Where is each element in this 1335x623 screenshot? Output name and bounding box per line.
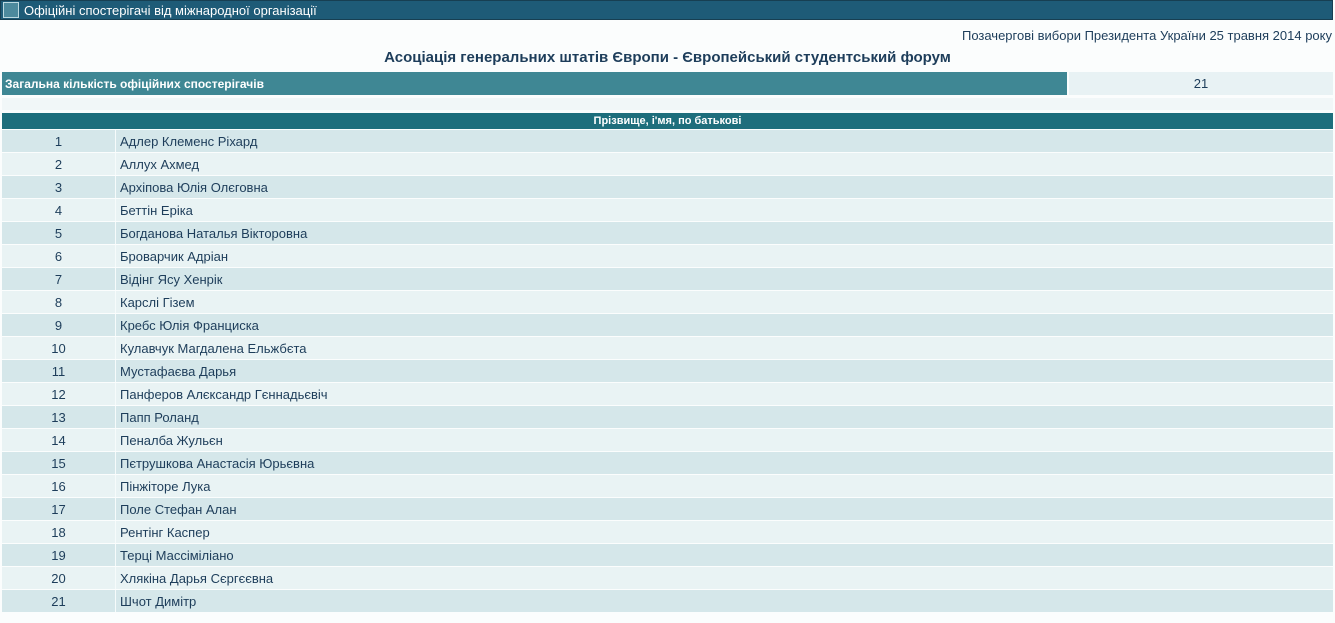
observer-name: Архіпова Юлія Олєговна — [120, 179, 268, 195]
row-number: 5 — [2, 222, 116, 244]
row-number: 16 — [2, 475, 116, 497]
title-marker-icon — [3, 2, 19, 18]
row-number: 21 — [2, 590, 116, 612]
table-row: 20 Хлякіна Дарья Сєргєєвна — [2, 567, 1333, 589]
observer-name: Поле Стефан Алан — [120, 501, 237, 517]
table-row: 5 Богданова Наталья Вікторовна — [2, 222, 1333, 244]
observer-name: Мустафаєва Дарья — [120, 363, 237, 379]
title-bar: Офіційні спостерігачі від міжнародної ор… — [0, 0, 1333, 20]
row-number: 18 — [2, 521, 116, 543]
row-number: 20 — [2, 567, 116, 589]
row-number: 13 — [2, 406, 116, 428]
observer-name: Хлякіна Дарья Сєргєєвна — [120, 570, 274, 586]
table-row: 19 Терці Массіміліано — [2, 544, 1333, 566]
row-number: 3 — [2, 176, 116, 198]
observers-table: Прізвище, і'мя, по батькові 1 Адлер Клеме… — [2, 113, 1333, 612]
table-row: 9 Кребс Юлія Франциска — [2, 314, 1333, 336]
table-row: 6 Броварчик Адріан — [2, 245, 1333, 267]
row-number: 10 — [2, 337, 116, 359]
table-row: 13 Папп Роланд — [2, 406, 1333, 428]
observer-name: Аллух Ахмед — [120, 156, 200, 172]
row-number: 9 — [2, 314, 116, 336]
row-number: 6 — [2, 245, 116, 267]
row-number: 1 — [2, 130, 116, 152]
page: Офіційні спостерігачі від міжнародної ор… — [0, 0, 1335, 623]
observer-name: Кулавчук Магдалена Ельжбєта — [120, 340, 307, 356]
table-row: 3 Архіпова Юлія Олєговна — [2, 176, 1333, 198]
observer-name: Броварчик Адріан — [120, 248, 229, 264]
row-number: 11 — [2, 360, 116, 382]
column-header-full-name: Прізвище, і'мя, по батькові — [2, 113, 1333, 129]
row-number: 14 — [2, 429, 116, 451]
observer-name: Шчот Димітр — [120, 593, 197, 609]
observer-name: Папп Роланд — [120, 409, 199, 425]
observer-name: Карслі Гізем — [120, 294, 195, 310]
table-row: 10 Кулавчук Магдалена Ельжбєта — [2, 337, 1333, 359]
table-row: 15 Пєтрушкова Анастасія Юрьєвна — [2, 452, 1333, 474]
observer-name: Пеналба Жульєн — [120, 432, 223, 448]
observer-name: Адлер Клеменс Ріхард — [120, 133, 258, 149]
row-number: 17 — [2, 498, 116, 520]
observer-name: Богданова Наталья Вікторовна — [120, 225, 308, 241]
organization-name: Асоціація генеральних штатів Європи - Єв… — [384, 49, 951, 66]
election-title: Позачергові вибори Президента України 25… — [961, 28, 1332, 43]
observer-name: Відінг Ясу Хенрік — [120, 271, 223, 287]
table-row: 14 Пеналба Жульєн — [2, 429, 1333, 451]
observer-name: Терці Массіміліано — [120, 547, 234, 563]
table-row: 17 Поле Стефан Алан — [2, 498, 1333, 520]
row-number: 12 — [2, 383, 116, 405]
table-row: 1 Адлер Клеменс Ріхард — [2, 130, 1333, 152]
table-row: 4 Беттін Еріка — [2, 199, 1333, 221]
observer-name: Рентінг Каспер — [120, 524, 210, 540]
table-row: 16 Пінжіторе Лука — [2, 475, 1333, 497]
observer-name: Панферов Алєксандр Гєннадьєвіч — [120, 386, 328, 402]
page-title: Офіційні спостерігачі від міжнародної ор… — [24, 2, 317, 18]
table-row: 21 Шчот Димітр — [2, 590, 1333, 612]
table-row: 2 Аллух Ахмед — [2, 153, 1333, 175]
row-number: 19 — [2, 544, 116, 566]
row-number: 15 — [2, 452, 116, 474]
observers-table-body: 1 Адлер Клеменс Ріхард 2 Аллух Ахмед 3 Архіпо… — [2, 130, 1333, 612]
table-row: 18 Рентінг Каспер — [2, 521, 1333, 543]
observer-name: Пєтрушкова Анастасія Юрьєвна — [120, 455, 315, 471]
table-row: 12 Панферов Алєксандр Гєннадьєвіч — [2, 383, 1333, 405]
total-observers-row: Загальна кількість офіційних спостерігач… — [2, 72, 1333, 95]
row-number: 2 — [2, 153, 116, 175]
table-row: 7 Відінг Ясу Хенрік — [2, 268, 1333, 290]
row-number: 4 — [2, 199, 116, 221]
table-row: 8 Карслі Гізем — [2, 291, 1333, 313]
observer-name: Кребс Юлія Франциска — [120, 317, 259, 333]
row-number: 8 — [2, 291, 116, 313]
observer-name: Беттін Еріка — [120, 202, 193, 218]
row-number: 7 — [2, 268, 116, 290]
observer-name: Пінжіторе Лука — [120, 478, 211, 494]
divider — [2, 98, 1333, 110]
table-row: 11 Мустафаєва Дарья — [2, 360, 1333, 382]
total-observers-value: 21 — [1069, 72, 1333, 95]
total-observers-label: Загальна кількість офіційних спостерігач… — [2, 72, 1067, 95]
